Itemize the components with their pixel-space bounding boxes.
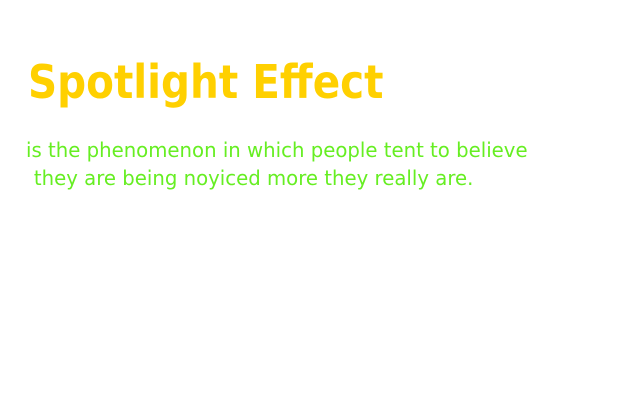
slide-canvas: Spotlight Effect is the phenomenon in wh… <box>0 0 640 400</box>
slide-body-text: is the phenomenon in which people tent t… <box>26 136 528 192</box>
body-text-line: is the phenomenon in which people tent t… <box>26 138 528 162</box>
slide-title: Spotlight Effect <box>28 55 384 109</box>
body-text-line: they are being noyiced more they really … <box>33 166 474 190</box>
